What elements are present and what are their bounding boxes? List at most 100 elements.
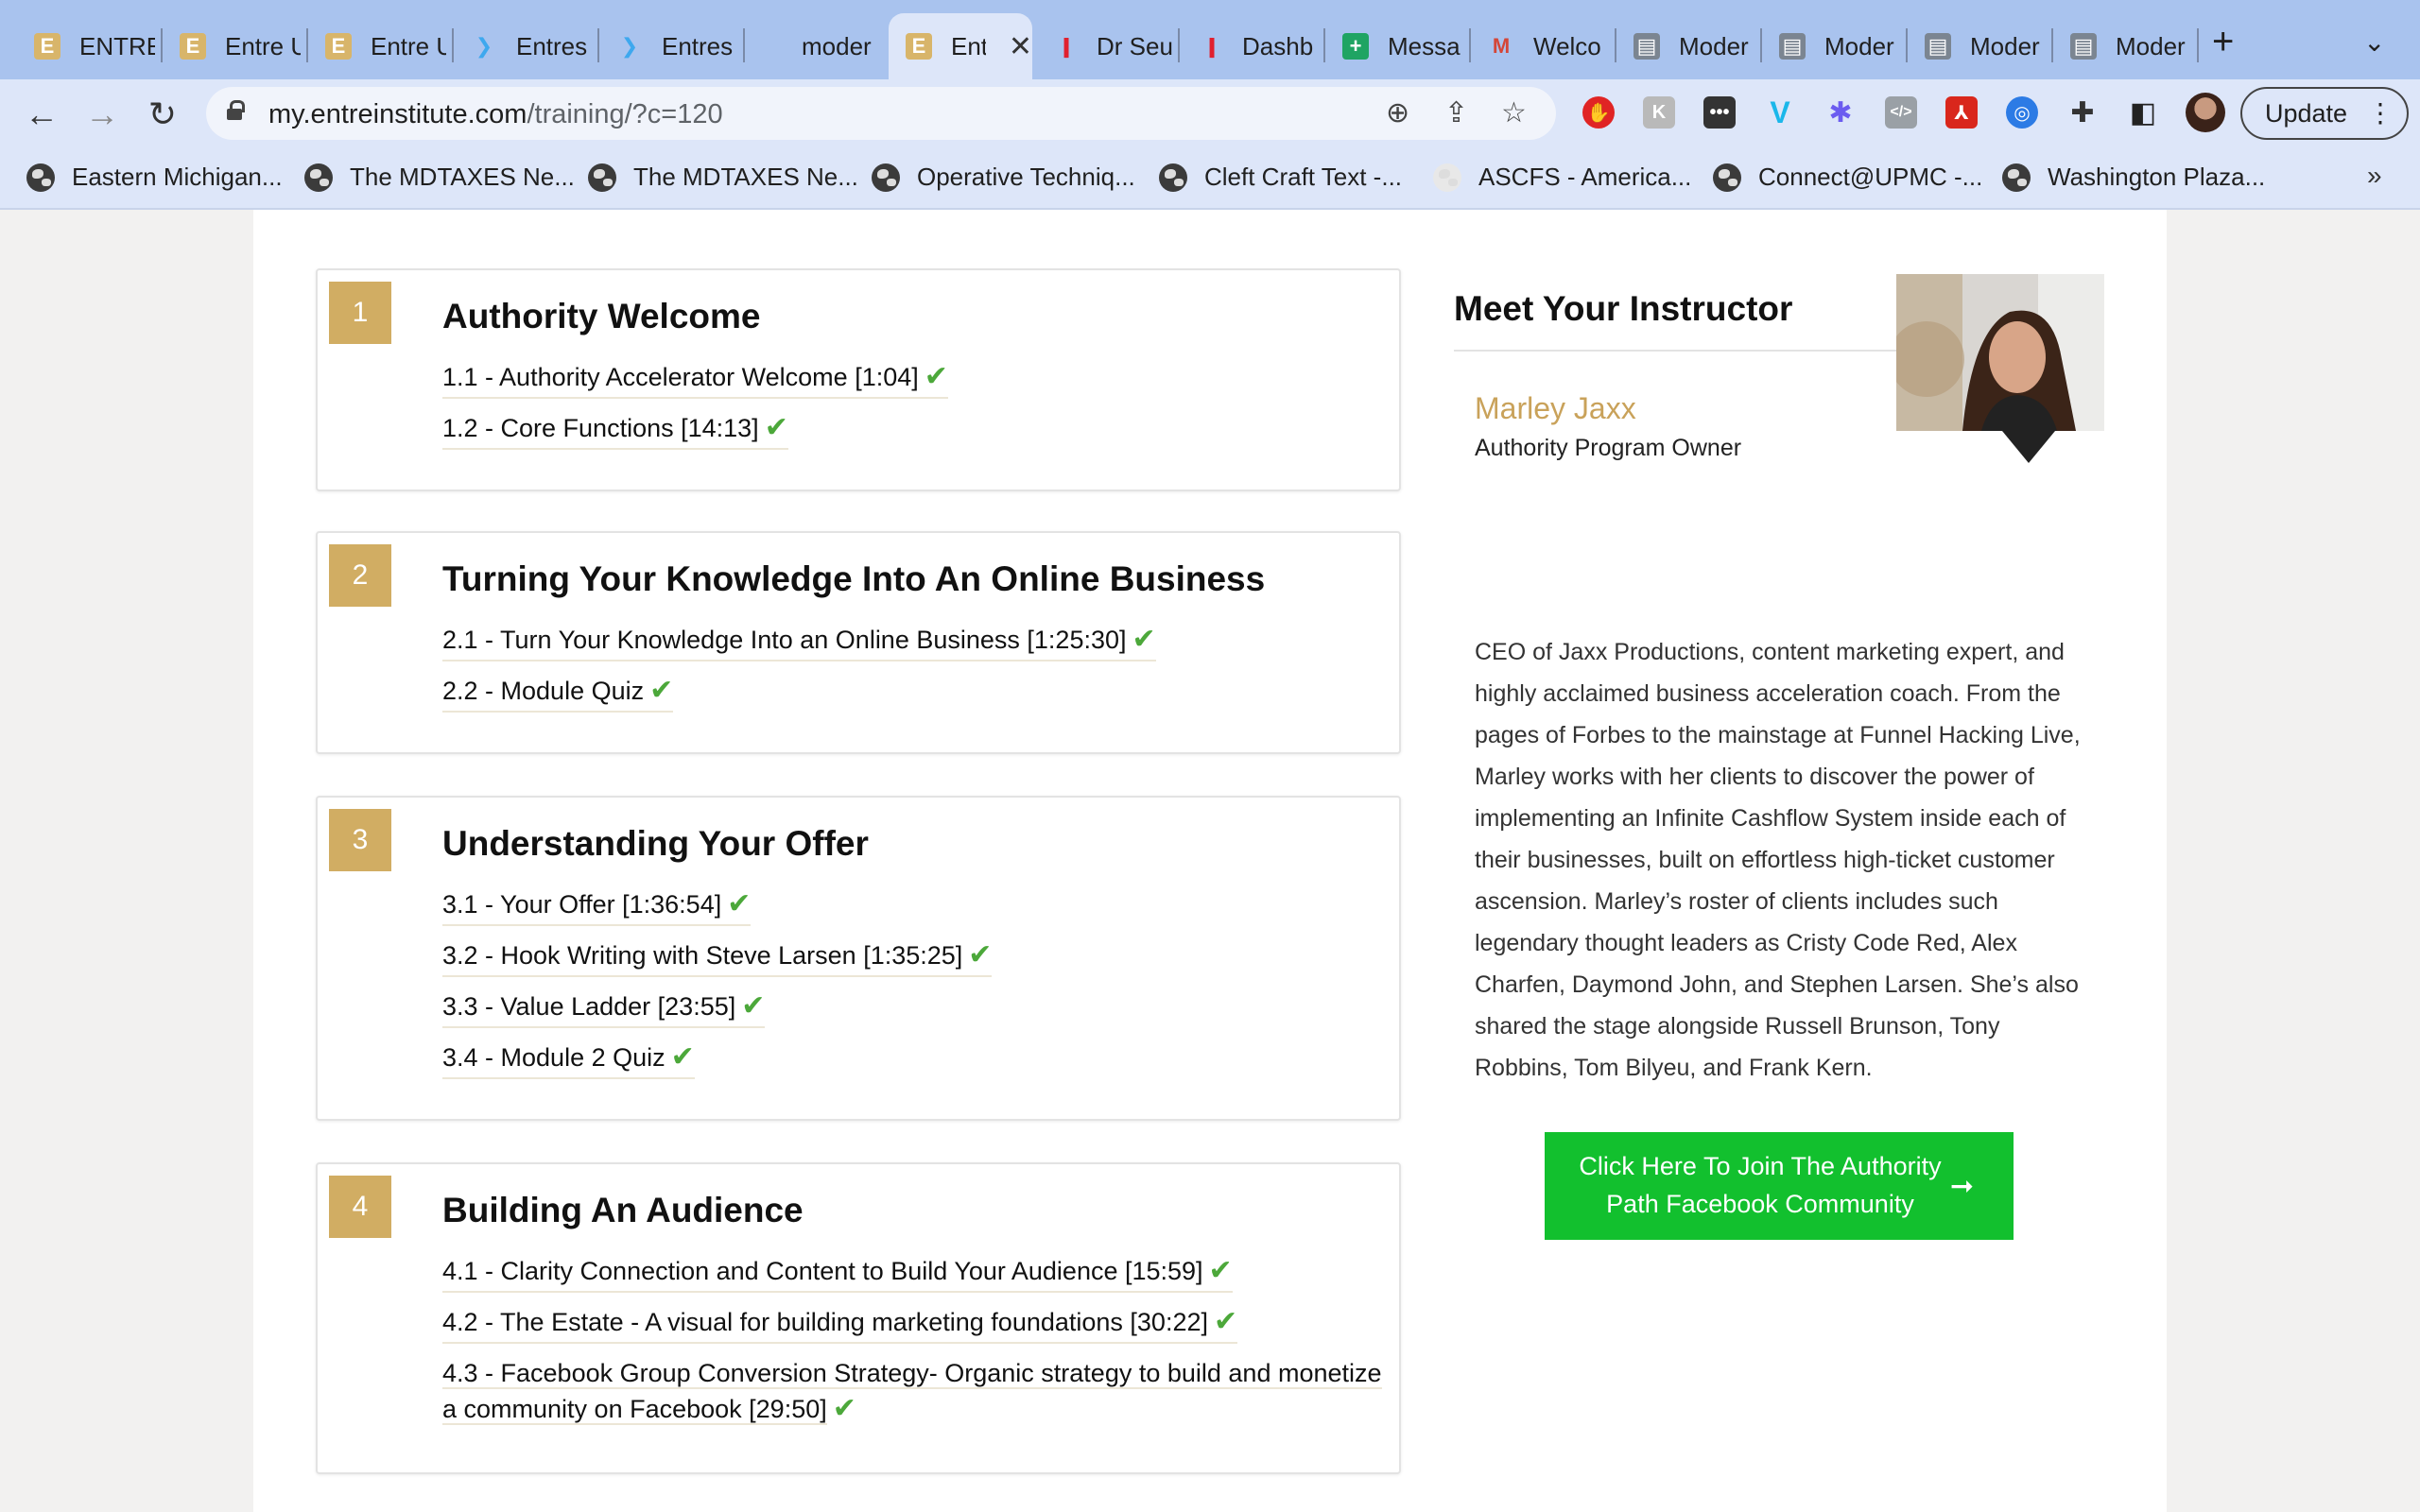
checkmark-icon: ✔ xyxy=(1208,1255,1233,1286)
browser-tab[interactable]: moder xyxy=(745,13,887,79)
globe-icon xyxy=(2002,163,2031,192)
bookmark-item[interactable]: Connect@UPMC -... xyxy=(1713,163,1982,192)
arrow-right-icon: ➞ xyxy=(1949,1171,1974,1202)
lesson-link[interactable]: 4.3 - Facebook Group Conversion Strategy… xyxy=(442,1355,1388,1429)
side-panel-icon[interactable]: ◧ xyxy=(2127,96,2159,129)
browser-tab-active[interactable]: E Ent ✕ xyxy=(889,13,1032,79)
browser-tab[interactable]: E Entre U xyxy=(163,13,304,79)
bookmark-item[interactable]: Operative Techniq... xyxy=(872,163,1135,192)
lesson-link[interactable]: 1.2 - Core Functions [14:13] ✔ xyxy=(442,410,788,450)
browser-tab[interactable]: ▤ Moder xyxy=(1762,13,1904,79)
k-extension-icon[interactable]: K xyxy=(1643,96,1675,129)
browser-tab[interactable]: ▤ Moder xyxy=(1616,13,1758,79)
site-thumbnail-icon: ▤ xyxy=(2070,33,2097,60)
checkmark-icon: ✔ xyxy=(832,1393,856,1424)
module-title: Turning Your Knowledge Into An Online Bu… xyxy=(442,559,1266,598)
browser-tab[interactable]: M Welco xyxy=(1471,13,1613,79)
checkmark-icon: ✔ xyxy=(764,412,788,443)
code-extension-icon[interactable]: </> xyxy=(1885,96,1917,129)
module-card: 1 Authority Welcome 1.1 - Authority Acce… xyxy=(316,268,1401,491)
close-tab-icon[interactable]: ✕ xyxy=(1009,30,1032,63)
browser-tab[interactable]: E ENTRE xyxy=(17,13,159,79)
globe-icon xyxy=(26,163,55,192)
lesson-link[interactable]: 4.2 - The Estate - A visual for building… xyxy=(442,1304,1238,1344)
reload-icon[interactable]: ↻ xyxy=(142,94,183,134)
bookmark-item[interactable]: The MDTAXES Ne... xyxy=(588,163,858,192)
join-facebook-community-button[interactable]: Click Here To Join The Authority Path Fa… xyxy=(1545,1132,2014,1240)
module-card: 3 Understanding Your Offer 3.1 - Your Of… xyxy=(316,796,1401,1121)
bookmark-item[interactable]: Eastern Michigan... xyxy=(26,163,283,192)
pdf-extension-icon[interactable]: ⅄ xyxy=(1945,96,1978,129)
browser-tab[interactable]: ❯ Entres xyxy=(454,13,596,79)
lesson-link[interactable]: 2.2 - Module Quiz ✔ xyxy=(442,673,674,713)
bookmark-item[interactable]: ASCFS - America... xyxy=(1433,163,1691,192)
site-thumbnail-icon: ▤ xyxy=(1634,33,1660,60)
module-number-badge: 4 xyxy=(329,1176,391,1238)
browser-tab[interactable]: + Messa xyxy=(1325,13,1467,79)
checkmark-icon: ✔ xyxy=(968,939,993,971)
entre-logo-icon: E xyxy=(906,33,932,60)
divider xyxy=(1454,350,1898,352)
vimeo-extension-icon[interactable]: V xyxy=(1764,95,1796,129)
lesson-link[interactable]: 2.1 - Turn Your Knowledge Into an Online… xyxy=(442,622,1156,662)
tab-separator xyxy=(2197,28,2199,62)
browser-tab[interactable]: || Dr Seu xyxy=(1034,13,1176,79)
profile-avatar[interactable] xyxy=(2186,93,2225,132)
zoom-icon[interactable]: ⊕ xyxy=(1386,96,1409,129)
browser-toolbar: ← → ↻ my.entreinstitute.com/training/?c=… xyxy=(0,79,2420,147)
site-thumbnail-icon: ▤ xyxy=(1779,33,1806,60)
instructor-role: Authority Program Owner xyxy=(1475,435,1742,461)
module-title: Authority Welcome xyxy=(442,297,761,335)
browser-tab[interactable]: ❯ Entres xyxy=(599,13,741,79)
module-number-badge: 3 xyxy=(329,809,391,871)
module-number-badge: 1 xyxy=(329,282,391,344)
back-arrow-icon[interactable]: ← xyxy=(21,94,62,134)
globe-icon xyxy=(1713,163,1741,192)
kebab-menu-icon[interactable]: ⋮ xyxy=(2367,89,2394,138)
browser-tab[interactable]: || Dashb xyxy=(1180,13,1322,79)
instructor-photo xyxy=(1889,274,2104,463)
instructor-bio: CEO of Jaxx Productions, content marketi… xyxy=(1475,639,2081,1081)
lesson-link[interactable]: 3.4 - Module 2 Quiz ✔ xyxy=(442,1040,695,1079)
module-card: 4 Building An Audience 4.1 - Clarity Con… xyxy=(316,1162,1401,1474)
butterfly-icon: ❯ xyxy=(620,34,639,58)
lesson-link[interactable]: 3.1 - Your Offer [1:36:54] ✔ xyxy=(442,886,752,926)
address-bar[interactable]: my.entreinstitute.com/training/?c=120 ⊕ … xyxy=(206,87,1556,140)
bookmark-item[interactable]: Cleft Craft Text -... xyxy=(1159,163,1402,192)
forward-arrow-icon[interactable]: → xyxy=(81,94,123,134)
tab-search-chevron-icon[interactable]: ⌄ xyxy=(2363,26,2385,58)
cloud-icon xyxy=(1433,163,1461,192)
module-card: 2 Turning Your Knowledge Into An Online … xyxy=(316,531,1401,754)
lesson-link[interactable]: 3.2 - Hook Writing with Steve Larsen [1:… xyxy=(442,937,993,977)
new-tab-plus-icon[interactable]: + xyxy=(2212,21,2234,63)
bookmark-item[interactable]: The MDTAXES Ne... xyxy=(304,163,575,192)
lesson-link[interactable]: 1.1 - Authority Accelerator Welcome [1:0… xyxy=(442,359,948,399)
browser-tab[interactable]: ▤ Moder xyxy=(2053,13,2195,79)
bookmark-item[interactable]: Washington Plaza... xyxy=(2002,163,2265,192)
target-extension-icon[interactable]: ◎ xyxy=(2006,96,2038,129)
checkmark-icon: ✔ xyxy=(727,888,752,919)
more-bookmarks-chevron-icon[interactable]: » xyxy=(2367,161,2382,191)
update-button[interactable]: Update ⋮ xyxy=(2240,87,2409,140)
checkmark-icon: ✔ xyxy=(924,361,948,392)
checkmark-icon: ✔ xyxy=(670,1041,695,1073)
gmail-icon: M xyxy=(1492,34,1511,58)
browser-tab[interactable]: E Entre U xyxy=(308,13,450,79)
module-number-badge: 2 xyxy=(329,544,391,607)
gear-extension-icon[interactable]: ✱ xyxy=(1824,96,1857,129)
module-title: Building An Audience xyxy=(442,1191,804,1229)
lesson-link[interactable]: 3.3 - Value Ladder [23:55] ✔ xyxy=(442,988,766,1028)
lock-icon xyxy=(227,100,245,120)
password-extension-icon[interactable]: ••• xyxy=(1703,96,1736,129)
share-icon[interactable]: ⇪ xyxy=(1444,96,1468,129)
browser-tab[interactable]: ▤ Moder xyxy=(1908,13,2049,79)
bookmark-star-icon[interactable]: ☆ xyxy=(1501,96,1527,129)
entre-logo-icon: E xyxy=(325,33,352,60)
globe-icon xyxy=(1159,163,1187,192)
instructor-name: Marley Jaxx xyxy=(1475,391,1636,425)
adblock-extension-icon[interactable]: ✋ xyxy=(1582,96,1615,129)
puzzle-extensions-icon[interactable]: ✚ xyxy=(2066,96,2099,129)
lesson-link[interactable]: 4.1 - Clarity Connection and Content to … xyxy=(442,1253,1233,1293)
butterfly-icon: ❯ xyxy=(475,34,493,58)
checkmark-icon: ✔ xyxy=(1132,624,1156,655)
